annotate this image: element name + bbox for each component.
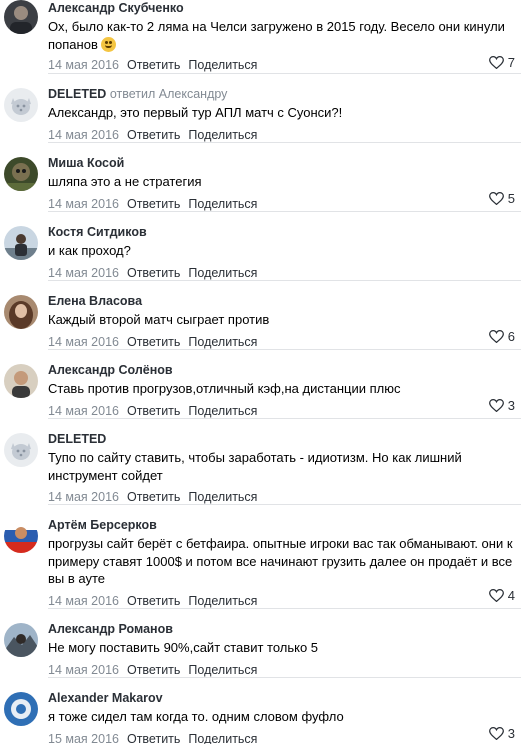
comment-item: Александр Скубченко Ох, было как-то 2 ля… xyxy=(0,0,521,74)
like-button[interactable]: 5 xyxy=(488,191,515,206)
comment-item: Костя Ситдиков и как проход? 14 мая 2016… xyxy=(0,212,521,281)
comment-author[interactable]: Миша Косой xyxy=(48,156,124,170)
comment-author[interactable]: Артём Берсерков xyxy=(48,518,157,532)
like-count: 4 xyxy=(507,588,515,603)
heart-icon xyxy=(488,589,504,602)
comment-item: Александр Солёнов Ставь против прогрузов… xyxy=(0,350,521,419)
comment-text: Каждый второй матч сыграет против xyxy=(48,312,270,327)
avatar[interactable] xyxy=(4,0,38,34)
avatar[interactable] xyxy=(4,226,38,260)
comment-item: Елена Власова Каждый второй матч сыграет… xyxy=(0,281,521,350)
share-button[interactable]: Поделиться xyxy=(188,594,257,608)
comment-item: Александр Романов Не могу поставить 90%,… xyxy=(0,609,521,678)
share-button[interactable]: Поделиться xyxy=(188,404,257,418)
reply-button[interactable]: Ответить xyxy=(127,335,180,349)
avatar[interactable] xyxy=(4,433,38,467)
heart-icon xyxy=(488,56,504,69)
reply-note: ответил xyxy=(109,87,156,101)
reply-button[interactable]: Ответить xyxy=(127,266,180,280)
comment-date[interactable]: 14 мая 2016 xyxy=(48,594,119,608)
avatar[interactable] xyxy=(4,692,38,726)
comment-author[interactable]: Александр Скубченко xyxy=(48,1,184,15)
reply-button[interactable]: Ответить xyxy=(127,404,180,418)
comment-date[interactable]: 15 мая 2016 xyxy=(48,732,119,744)
comment-item: DELETED Тупо по сайту ставить, чтобы зар… xyxy=(0,419,521,505)
comment-author[interactable]: DELETED xyxy=(48,87,106,101)
comment-text: я тоже сидел там когда то. одним словом … xyxy=(48,709,344,724)
share-button[interactable]: Поделиться xyxy=(188,732,257,744)
heart-icon xyxy=(488,192,504,205)
laughing-emoji-icon xyxy=(101,36,117,52)
comment-text: и как проход? xyxy=(48,243,131,258)
reply-button[interactable]: Ответить xyxy=(127,197,180,211)
comment-item: Артём Берсерков прогрузы сайт берёт с бе… xyxy=(0,505,521,609)
reply-button[interactable]: Ответить xyxy=(127,663,180,677)
share-button[interactable]: Поделиться xyxy=(188,663,257,677)
like-button[interactable]: 4 xyxy=(488,588,515,603)
share-button[interactable]: Поделиться xyxy=(188,58,257,72)
comment-date[interactable]: 14 мая 2016 xyxy=(48,335,119,349)
comment-item: Миша Косой шляпа это а не стратегия 14 м… xyxy=(0,143,521,212)
share-button[interactable]: Поделиться xyxy=(188,335,257,349)
comment-text: Ставь против прогрузов,отличный кэф,на д… xyxy=(48,381,401,396)
avatar[interactable] xyxy=(4,88,38,122)
avatar[interactable] xyxy=(4,623,38,657)
comment-author[interactable]: Костя Ситдиков xyxy=(48,225,147,239)
comment-author[interactable]: Елена Власова xyxy=(48,294,142,308)
avatar[interactable] xyxy=(4,295,38,329)
comment-item: DELETED ответил Александру Александр, эт… xyxy=(0,74,521,143)
comment-text: Ох, было как-то 2 ляма на Челси загружен… xyxy=(48,19,505,52)
comment-author[interactable]: Александр Солёнов xyxy=(48,363,173,377)
heart-icon xyxy=(488,330,504,343)
like-count: 3 xyxy=(507,726,515,741)
comment-item: Alexander Makarov я тоже сидел там когда… xyxy=(0,678,521,744)
like-button[interactable]: 7 xyxy=(488,55,515,70)
reply-button[interactable]: Ответить xyxy=(127,594,180,608)
comment-author[interactable]: DELETED xyxy=(48,432,106,446)
like-count: 7 xyxy=(507,55,515,70)
comments-list: Александр Скубченко Ох, было как-то 2 ля… xyxy=(0,0,521,744)
like-button[interactable]: 6 xyxy=(488,329,515,344)
comment-date[interactable]: 14 мая 2016 xyxy=(48,58,119,72)
comment-date[interactable]: 14 мая 2016 xyxy=(48,490,119,504)
reply-button[interactable]: Ответить xyxy=(127,58,180,72)
heart-icon xyxy=(488,399,504,412)
avatar[interactable] xyxy=(4,364,38,398)
comment-text: Александр, это первый тур АПЛ матч с Суо… xyxy=(48,105,343,120)
like-count: 6 xyxy=(507,329,515,344)
comment-date[interactable]: 14 мая 2016 xyxy=(48,404,119,418)
comment-author[interactable]: Александр Романов xyxy=(48,622,173,636)
avatar[interactable] xyxy=(4,519,38,553)
comment-text: шляпа это а не стратегия xyxy=(48,174,202,189)
comment-text: Тупо по сайту ставить, чтобы заработать … xyxy=(48,450,462,483)
like-button[interactable]: 3 xyxy=(488,398,515,413)
share-button[interactable]: Поделиться xyxy=(188,266,257,280)
comment-text: прогрузы сайт берёт с бетфаира. опытные … xyxy=(48,536,513,586)
comment-text: Не могу поставить 90%,сайт ставит только… xyxy=(48,640,319,655)
reply-to-link[interactable]: Александру xyxy=(159,87,228,101)
share-button[interactable]: Поделиться xyxy=(188,128,257,142)
comment-date[interactable]: 14 мая 2016 xyxy=(48,197,119,211)
avatar[interactable] xyxy=(4,157,38,191)
reply-button[interactable]: Ответить xyxy=(127,732,180,744)
reply-button[interactable]: Ответить xyxy=(127,490,180,504)
like-count: 3 xyxy=(507,398,515,413)
comment-date[interactable]: 14 мая 2016 xyxy=(48,663,119,677)
comment-date[interactable]: 14 мая 2016 xyxy=(48,266,119,280)
share-button[interactable]: Поделиться xyxy=(188,197,257,211)
comment-date[interactable]: 14 мая 2016 xyxy=(48,128,119,142)
share-button[interactable]: Поделиться xyxy=(188,490,257,504)
like-count: 5 xyxy=(507,191,515,206)
like-button[interactable]: 3 xyxy=(488,726,515,741)
heart-icon xyxy=(488,727,504,740)
comment-author[interactable]: Alexander Makarov xyxy=(48,691,163,705)
reply-button[interactable]: Ответить xyxy=(127,128,180,142)
